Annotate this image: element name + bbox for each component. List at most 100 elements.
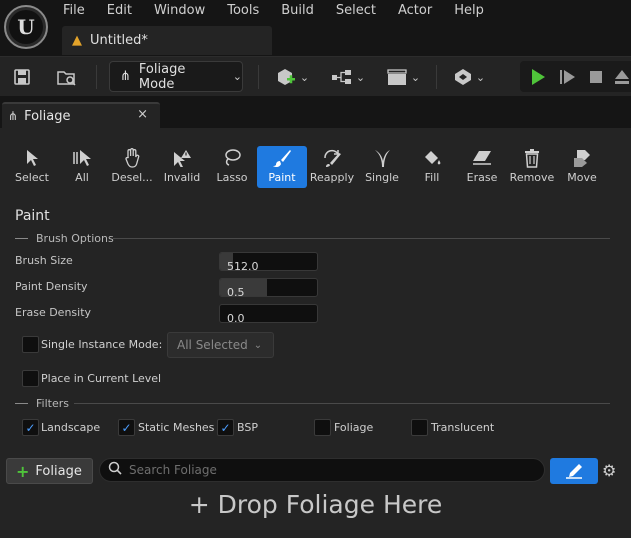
divider [15, 402, 28, 404]
edit-foliage-button[interactable] [550, 458, 598, 484]
browse-content-icon[interactable] [54, 63, 80, 91]
unreal-logo-mark: U [9, 10, 43, 44]
chevron-down-icon: ⌄ [253, 339, 263, 351]
move-icon [571, 146, 593, 170]
blueprints-button[interactable]: ⌄ [328, 63, 368, 91]
foliage-panel: Select All Desel... Invalid Lasso Paint … [0, 128, 631, 538]
eject-icon[interactable] [612, 63, 631, 91]
filter-bsp-label: BSP [237, 421, 258, 434]
filter-landscape-label: Landscape [41, 421, 101, 434]
edit-pencil-icon [566, 464, 582, 479]
menu-help[interactable]: Help [443, 0, 495, 22]
document-tab[interactable]: ▲ Untitled* [62, 26, 272, 55]
drop-foliage-zone[interactable]: + Drop Foliage Here [0, 490, 631, 519]
erase-density-label: Erase Density [15, 306, 92, 319]
brush-size-value: 512.0 [227, 260, 259, 271]
erase-density-value: 0.0 [227, 312, 245, 323]
foliage-panel-tab[interactable]: ⋔ Foliage × [2, 102, 160, 128]
paint-density-label: Paint Density [15, 280, 88, 293]
play-icon[interactable] [526, 63, 550, 91]
chevron-down-icon: ⌄ [232, 70, 242, 83]
mode-label: Foliage Mode [138, 61, 186, 92]
search-input[interactable] [129, 463, 529, 477]
eraser-icon [471, 146, 493, 170]
menu-bar: File Edit Window Tools Build Select Acto… [52, 0, 495, 22]
tool-lasso[interactable]: Lasso [207, 146, 257, 188]
single-instance-mode-label: Single Instance Mode: [41, 338, 163, 351]
toolbar-separator [258, 65, 259, 89]
single-instance-mode-dropdown[interactable]: All Selected ⌄ [167, 332, 274, 358]
menu-build[interactable]: Build [270, 0, 325, 22]
menu-tools[interactable]: Tools [216, 0, 270, 22]
menu-window[interactable]: Window [143, 0, 216, 22]
filter-translucent-checkbox[interactable] [411, 419, 428, 436]
tool-move[interactable]: Move [557, 146, 607, 188]
filter-landscape-checkbox[interactable]: ✓ [22, 419, 39, 436]
filter-foliage-label: Foliage [334, 421, 374, 434]
menu-edit[interactable]: Edit [96, 0, 143, 22]
title-bar: U File Edit Window Tools Build Select Ac… [0, 0, 631, 56]
tool-erase[interactable]: Erase [457, 146, 507, 188]
search-bar [99, 458, 545, 482]
tool-deselect[interactable]: Desel... [107, 146, 157, 188]
menu-select[interactable]: Select [325, 0, 387, 22]
main-toolbar: ⋔ Foliage Mode ⌄ ⌄ ⌄ ⌄ ⌄ [0, 56, 631, 96]
filter-bsp-checkbox[interactable]: ✓ [217, 419, 234, 436]
checkmark-icon: ✓ [25, 420, 36, 435]
chevron-down-icon: ⌄ [355, 70, 366, 84]
tool-select[interactable]: Select [7, 146, 57, 188]
filter-static-meshes-checkbox[interactable]: ✓ [118, 419, 135, 436]
plus-icon: + [16, 461, 30, 481]
fill-bucket-icon [422, 146, 442, 170]
single-instance-mode-checkbox[interactable] [22, 336, 39, 353]
tool-invalid[interactable]: Invalid [157, 146, 207, 188]
lasso-icon [222, 146, 242, 170]
divider [74, 403, 610, 404]
cinematics-button[interactable]: ⌄ [383, 63, 423, 91]
search-icon [108, 461, 122, 479]
tool-all[interactable]: All [57, 146, 107, 188]
simulate-icon[interactable] [556, 63, 580, 91]
paint-density-field[interactable]: 0.5 [219, 278, 318, 297]
menu-actor[interactable]: Actor [387, 0, 443, 22]
unreal-logo[interactable]: U [4, 5, 48, 49]
tool-reapply[interactable]: Reapply [307, 146, 357, 188]
tool-label: Lasso [216, 171, 248, 184]
tool-label: Invalid [163, 171, 201, 184]
category-label: Brush Options [36, 231, 114, 245]
checkmark-icon: ✓ [220, 420, 231, 435]
panel-tab-title: Foliage [24, 108, 71, 124]
filter-foliage-checkbox[interactable] [314, 419, 331, 436]
menu-file[interactable]: File [52, 0, 96, 22]
checkmark-icon: ✓ [121, 420, 132, 435]
gear-icon[interactable]: ⚙ [602, 461, 616, 480]
add-foliage-button[interactable]: + Foliage [6, 458, 93, 484]
select-arrow-icon [25, 146, 39, 170]
divider [15, 237, 28, 239]
filters-header[interactable]: Filters [15, 395, 69, 411]
select-all-icon [72, 146, 92, 170]
platforms-button[interactable]: ⌄ [448, 63, 490, 91]
invalid-warning-icon [172, 146, 192, 170]
brush-size-field[interactable]: 512.0 [219, 252, 318, 271]
filter-translucent-label: Translucent [431, 421, 495, 434]
tool-remove[interactable]: Remove [507, 146, 557, 188]
tool-label: Select [15, 171, 49, 184]
close-icon[interactable]: × [137, 107, 148, 122]
tool-fill[interactable]: Fill [407, 146, 457, 188]
place-in-current-level-checkbox[interactable] [22, 370, 39, 387]
brush-options-header[interactable]: Brush Options [15, 230, 114, 246]
place-in-current-level-label: Place in Current Level [41, 372, 162, 385]
chevron-down-icon: ⌄ [475, 70, 486, 84]
tool-single[interactable]: Single [357, 146, 407, 188]
tool-label: Single [365, 171, 399, 184]
tool-paint[interactable]: Paint [257, 146, 307, 188]
foliage-icon: ⋔ [8, 109, 19, 123]
erase-density-field[interactable]: 0.0 [219, 304, 318, 323]
tool-label: Desel... [111, 171, 153, 184]
save-icon[interactable] [10, 63, 34, 91]
paintbrush-icon [272, 146, 292, 170]
add-actor-button[interactable]: ⌄ [272, 63, 312, 91]
mode-selector-button[interactable]: ⋔ Foliage Mode ⌄ [109, 61, 243, 92]
stop-icon[interactable] [584, 63, 608, 91]
